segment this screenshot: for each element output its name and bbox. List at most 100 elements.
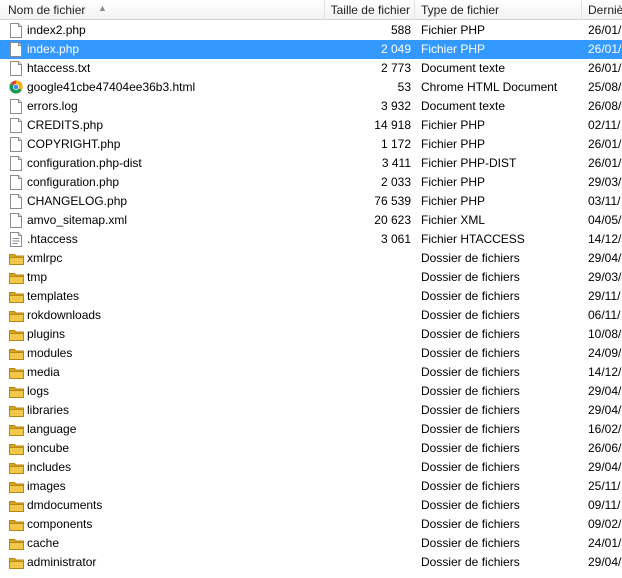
file-icon bbox=[9, 118, 23, 133]
file-icon bbox=[9, 137, 23, 152]
file-type: Dossier de fichiers bbox=[421, 365, 520, 379]
file-type: Dossier de fichiers bbox=[421, 270, 520, 284]
file-name: htaccess.txt bbox=[27, 61, 91, 75]
file-row[interactable]: tmp Dossier de fichiers 29/03/ bbox=[0, 268, 622, 287]
sort-ascending-icon: ▲ bbox=[98, 3, 107, 13]
folder-icon bbox=[9, 365, 24, 380]
file-date: 29/04/ bbox=[588, 555, 622, 569]
file-date: 29/04/ bbox=[588, 403, 622, 417]
column-header-type-label: Type de fichier bbox=[421, 3, 500, 17]
column-header-date[interactable]: Derniè bbox=[582, 0, 622, 20]
file-type: Fichier PHP bbox=[421, 175, 486, 189]
file-name: google41cbe47404ee36b3.html bbox=[27, 80, 196, 94]
file-row[interactable]: index2.php 588 Fichier PHP 26/01/ bbox=[0, 21, 622, 40]
column-header-size-label: Taille de fichier bbox=[330, 3, 410, 17]
file-date: 26/01/ bbox=[588, 137, 622, 151]
file-date: 16/02/ bbox=[588, 422, 622, 436]
file-size: 76 539 bbox=[374, 194, 411, 208]
folder-icon bbox=[9, 289, 24, 304]
file-date: 29/04/ bbox=[588, 384, 622, 398]
file-date: 29/04/ bbox=[588, 251, 622, 265]
folder-icon bbox=[9, 498, 24, 513]
file-date: 26/01/ bbox=[588, 156, 622, 170]
file-type: Dossier de fichiers bbox=[421, 517, 520, 531]
file-icon bbox=[9, 23, 23, 38]
file-type: Dossier de fichiers bbox=[421, 536, 520, 550]
file-list: index2.php 588 Fichier PHP 26/01/index.php 2… bbox=[0, 21, 622, 572]
folder-icon bbox=[9, 441, 24, 456]
file-row[interactable]: configuration.php-dist 3 411 Fichier PHP-D… bbox=[0, 154, 622, 173]
file-row[interactable]: xmlrpc Dossier de fichiers 29/04/ bbox=[0, 249, 622, 268]
file-type: Fichier PHP bbox=[421, 23, 486, 37]
file-type: Dossier de fichiers bbox=[421, 460, 520, 474]
file-row[interactable]: language Dossier de fichiers 16/02/ bbox=[0, 420, 622, 439]
file-row[interactable]: google41cbe47404ee36b3.html 53 Chrome HTML… bbox=[0, 78, 622, 97]
file-name: configuration.php-dist bbox=[27, 156, 142, 170]
file-type: Fichier PHP bbox=[421, 137, 486, 151]
file-row[interactable]: ioncube Dossier de fichiers 26/06/ bbox=[0, 439, 622, 458]
file-row[interactable]: CHANGELOG.php 76 539 Fichier PHP 03/11/ bbox=[0, 192, 622, 211]
file-row[interactable]: rokdownloads Dossier de fichiers 06/11/ bbox=[0, 306, 622, 325]
file-name: modules bbox=[27, 346, 73, 360]
file-row[interactable]: configuration.php 2 033 Fichier PHP 29/03/ bbox=[0, 173, 622, 192]
file-name: index.php bbox=[27, 42, 80, 56]
file-row[interactable]: cache Dossier de fichiers 24/01/ bbox=[0, 534, 622, 553]
folder-icon bbox=[9, 346, 24, 361]
file-name: administrator bbox=[27, 555, 97, 569]
file-date: 29/04/ bbox=[588, 460, 622, 474]
file-name: images bbox=[27, 479, 66, 493]
file-date: 25/08/ bbox=[588, 80, 622, 94]
file-row[interactable]: includes Dossier de fichiers 29/04/ bbox=[0, 458, 622, 477]
file-row[interactable]: modules Dossier de fichiers 24/09/ bbox=[0, 344, 622, 363]
folder-icon bbox=[9, 517, 24, 532]
file-row[interactable]: errors.log 3 932 Document texte 26/08/ bbox=[0, 97, 622, 116]
file-name: amvo_sitemap.xml bbox=[27, 213, 128, 227]
file-type: Dossier de fichiers bbox=[421, 422, 520, 436]
file-size: 14 918 bbox=[374, 118, 411, 132]
file-row[interactable]: libraries Dossier de fichiers 29/04/ bbox=[0, 401, 622, 420]
column-header-size[interactable]: Taille de fichier bbox=[325, 0, 415, 20]
file-list-view: Nom de fichier ▲ Taille de fichier Type … bbox=[0, 0, 622, 578]
file-date: 26/01/ bbox=[588, 61, 622, 75]
file-row[interactable]: administrator Dossier de fichiers 29/04/ bbox=[0, 553, 622, 572]
file-name: configuration.php bbox=[27, 175, 120, 189]
file-date: 26/06/ bbox=[588, 441, 622, 455]
file-date: 29/03/ bbox=[588, 270, 622, 284]
file-date: 24/01/ bbox=[588, 536, 622, 550]
file-type: Chrome HTML Document bbox=[421, 80, 558, 94]
file-row[interactable]: media Dossier de fichiers 14/12/ bbox=[0, 363, 622, 382]
file-row[interactable]: amvo_sitemap.xml 20 623 Fichier XML 04/05/ bbox=[0, 211, 622, 230]
file-row[interactable]: templates Dossier de fichiers 29/11/ bbox=[0, 287, 622, 306]
file-row[interactable]: images Dossier de fichiers 25/11/ bbox=[0, 477, 622, 496]
file-name: cache bbox=[27, 536, 60, 550]
file-type: Dossier de fichiers bbox=[421, 327, 520, 341]
folder-icon bbox=[9, 422, 24, 437]
folder-icon bbox=[9, 460, 24, 475]
column-header-name[interactable]: Nom de fichier bbox=[0, 0, 325, 20]
file-row[interactable]: CREDITS.php 14 918 Fichier PHP 02/11/ bbox=[0, 116, 622, 135]
column-header-type[interactable]: Type de fichier bbox=[415, 0, 582, 20]
file-size: 1 172 bbox=[380, 137, 411, 151]
file-row[interactable]: htaccess.txt 2 773 Document texte 26/01/ bbox=[0, 59, 622, 78]
file-row[interactable]: index.php 2 049 Fichier PHP 26/01/ bbox=[0, 40, 622, 59]
file-name: .htaccess bbox=[27, 232, 78, 246]
file-row[interactable]: dmdocuments Dossier de fichiers 09/11/ bbox=[0, 496, 622, 515]
file-type: Fichier PHP bbox=[421, 118, 486, 132]
file-type: Dossier de fichiers bbox=[421, 289, 520, 303]
file-row[interactable]: logs Dossier de fichiers 29/04/ bbox=[0, 382, 622, 401]
file-name: rokdownloads bbox=[27, 308, 102, 322]
file-row[interactable]: COPYRIGHT.php 1 172 Fichier PHP 26/01/ bbox=[0, 135, 622, 154]
file-date: 14/12/ bbox=[588, 365, 622, 379]
file-name: language bbox=[27, 422, 77, 436]
file-icon bbox=[9, 194, 23, 209]
file-date: 10/08/ bbox=[588, 327, 622, 341]
file-row[interactable]: components Dossier de fichiers 09/02/ bbox=[0, 515, 622, 534]
folder-icon bbox=[9, 403, 24, 418]
file-name: media bbox=[27, 365, 60, 379]
file-name: COPYRIGHT.php bbox=[27, 137, 121, 151]
file-date: 14/12/ bbox=[588, 232, 622, 246]
folder-icon bbox=[9, 251, 24, 266]
file-row[interactable]: plugins Dossier de fichiers 10/08/ bbox=[0, 325, 622, 344]
file-row[interactable]: .htaccess 3 061 Fichier HTACCESS 14/12/ bbox=[0, 230, 622, 249]
file-type: Fichier PHP bbox=[421, 194, 486, 208]
